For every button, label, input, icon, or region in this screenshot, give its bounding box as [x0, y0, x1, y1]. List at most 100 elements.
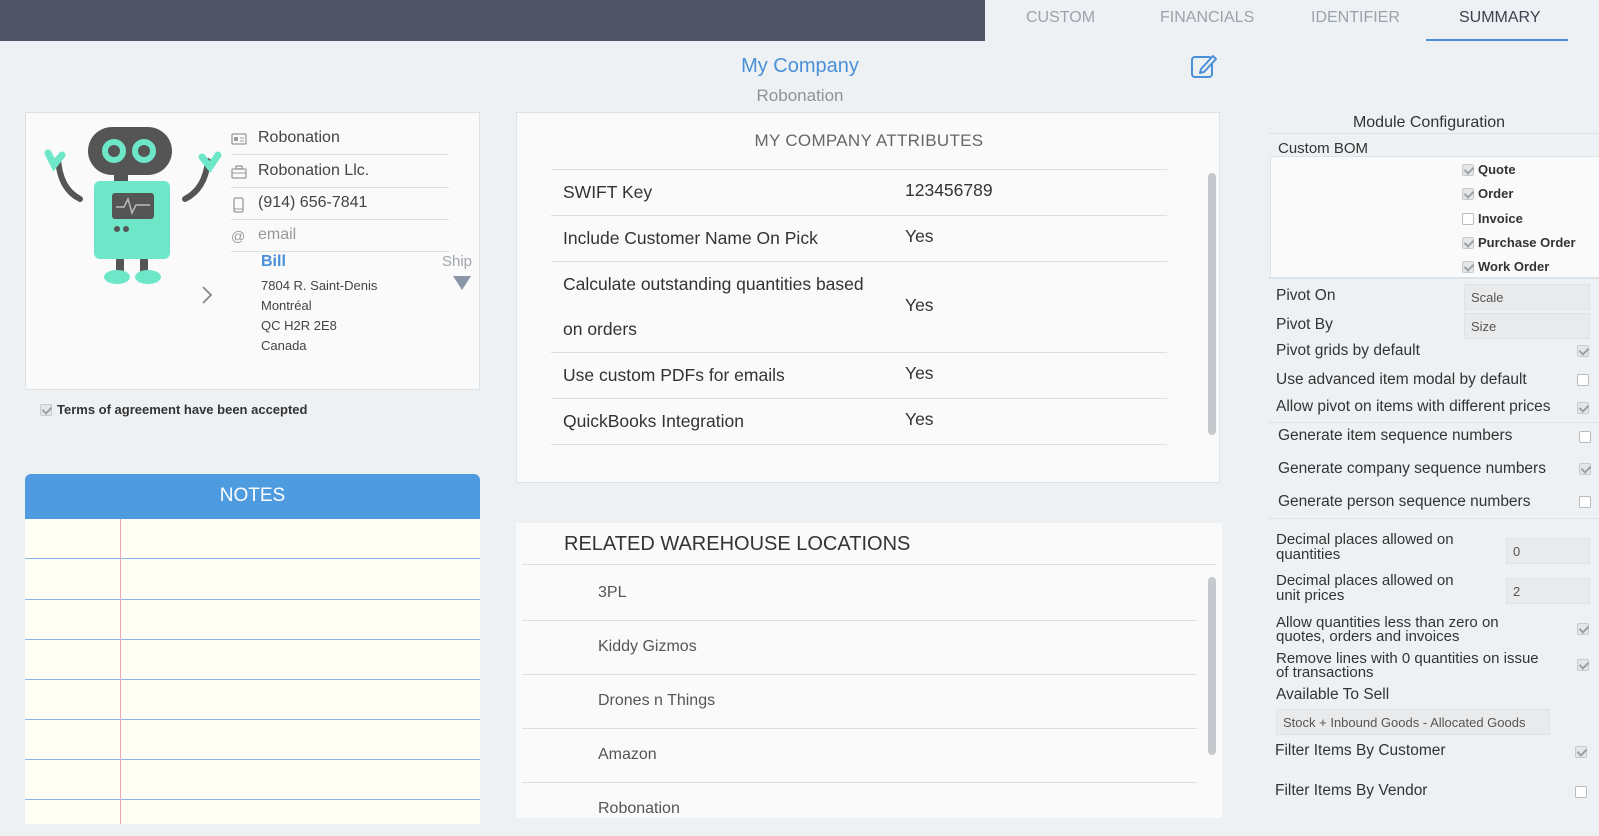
filter-customer-checkbox[interactable]	[1575, 746, 1587, 758]
bom-option-quote[interactable]: Quote	[1462, 162, 1516, 177]
remove-zero-checkbox[interactable]	[1577, 659, 1589, 671]
contact-name-field[interactable]: Robonation	[231, 123, 449, 155]
warehouse-name: Drones n Things	[598, 692, 716, 709]
notes-rule	[25, 719, 480, 720]
checkbox[interactable]	[1462, 236, 1474, 249]
page-subtitle: Robonation	[756, 86, 844, 105]
divider	[1268, 133, 1599, 134]
phone-icon	[231, 197, 247, 213]
warehouse-name: 3PL	[598, 584, 627, 601]
terms-checkbox-row[interactable]: Terms of agreement have been accepted	[40, 402, 307, 417]
gen-item-seq-checkbox[interactable]	[1579, 431, 1591, 443]
module-config-panel: Module Configuration Custom BOM Quote Or…	[1268, 106, 1599, 836]
notes-rule	[25, 639, 480, 640]
pivot-on-label: Pivot On	[1276, 287, 1336, 304]
edit-button[interactable]	[1190, 52, 1218, 80]
tab-summary[interactable]: SUMMARY	[1459, 9, 1541, 27]
checkbox[interactable]	[1462, 187, 1474, 200]
advanced-modal-checkbox[interactable]	[1577, 374, 1589, 386]
contact-card: Robonation Robonation Llc. (914) 656-784…	[25, 112, 480, 390]
ship-tab[interactable]: Ship	[442, 253, 472, 270]
bill-tab[interactable]: Bill	[261, 253, 286, 271]
page-title: My Company	[741, 55, 859, 77]
tab-financials[interactable]: FINANCIALS	[1160, 9, 1254, 27]
warehouse-name: Robonation	[598, 800, 680, 817]
address-line: Canada	[261, 338, 307, 353]
warehouse-item[interactable]: Robonation	[522, 783, 1197, 818]
pivot-grids-checkbox[interactable]	[1577, 345, 1589, 357]
pivot-by-select[interactable]: Size	[1464, 313, 1590, 339]
contact-name: Robonation	[258, 129, 340, 146]
notes-rule	[25, 759, 480, 760]
custom-bom-box	[1270, 156, 1599, 278]
attributes-divider	[551, 444, 1167, 445]
attribute-key: Calculate outstanding quantities based	[563, 274, 864, 294]
filter-customer-label: Filter Items By Customer	[1275, 742, 1446, 759]
bom-option-work-order[interactable]: Work Order	[1462, 259, 1549, 274]
email-placeholder: email	[258, 226, 297, 243]
dec-qty-input[interactable]: 0	[1506, 538, 1590, 564]
attribute-row: Include Customer Name On Pick Yes	[551, 215, 1167, 261]
warehouse-item[interactable]: Amazon	[522, 729, 1197, 783]
dec-price-input[interactable]: 2	[1506, 578, 1590, 604]
custom-bom-label: Custom BOM	[1278, 140, 1369, 157]
checkbox[interactable]	[1462, 212, 1474, 225]
robot-avatar	[44, 127, 222, 284]
phone-field[interactable]: (914) 656-7841	[231, 188, 449, 220]
notes-area[interactable]	[25, 519, 480, 824]
notes-margin-line	[120, 519, 121, 824]
address-line: QC H2R 2E8	[261, 318, 337, 333]
attribute-key: QuickBooks Integration	[563, 411, 744, 431]
warehouse-name: Kiddy Gizmos	[598, 638, 697, 655]
warehouse-item[interactable]: 3PL	[522, 567, 1197, 621]
allow-pivot-checkbox[interactable]	[1577, 402, 1589, 414]
at-icon: @	[231, 228, 246, 244]
email-field[interactable]: @ email	[231, 220, 449, 252]
company-name-field[interactable]: Robonation Llc.	[231, 156, 449, 188]
tab-custom[interactable]: CUSTOM	[1026, 9, 1095, 27]
attributes-scrollbar[interactable]	[1208, 173, 1216, 435]
advanced-modal-label: Use advanced item modal by default	[1276, 371, 1527, 388]
checkbox[interactable]	[1462, 163, 1474, 176]
chevron-right-icon[interactable]	[201, 285, 213, 311]
warehouse-divider	[522, 564, 1216, 565]
filter-vendor-checkbox[interactable]	[1575, 786, 1587, 798]
filter-vendor-label: Filter Items By Vendor	[1275, 782, 1428, 799]
attribute-key-cont: on orders	[563, 319, 637, 339]
divider	[1268, 422, 1599, 423]
attribute-row: Calculate outstanding quantities based o…	[551, 261, 1167, 352]
pivot-on-select[interactable]: Scale	[1464, 284, 1590, 310]
available-to-sell-label: Available To Sell	[1276, 686, 1390, 703]
gen-person-seq-checkbox[interactable]	[1579, 496, 1591, 508]
notes-rule	[25, 599, 480, 600]
address-line: Montréal	[261, 298, 312, 313]
bom-option-label: Work Order	[1478, 259, 1550, 274]
top-bar	[0, 0, 985, 41]
bom-option-label: Purchase Order	[1478, 235, 1576, 250]
gen-company-seq-checkbox[interactable]	[1579, 463, 1591, 475]
attributes-title: MY COMPANY ATTRIBUTES	[754, 131, 984, 150]
warehouse-item[interactable]: Kiddy Gizmos	[522, 621, 1197, 675]
checkbox[interactable]	[1462, 260, 1474, 273]
warehouse-scrollbar[interactable]	[1208, 577, 1216, 755]
terms-checkbox[interactable]	[40, 403, 52, 416]
terms-label: Terms of agreement have been accepted	[57, 402, 308, 417]
tab-identifier[interactable]: IDENTIFIER	[1311, 9, 1400, 27]
notes-rule	[25, 558, 480, 559]
attribute-row: QuickBooks Integration Yes	[551, 398, 1167, 444]
attribute-row: Use custom PDFs for emails Yes	[551, 352, 1167, 398]
pivot-by-label: Pivot By	[1276, 316, 1333, 333]
available-to-sell-select[interactable]: Stock + Inbound Goods - Allocated Goods	[1276, 709, 1550, 735]
bom-option-purchase-order[interactable]: Purchase Order	[1462, 235, 1576, 250]
warehouse-item[interactable]: Drones n Things	[522, 675, 1197, 729]
gen-item-seq-label: Generate item sequence numbers	[1278, 427, 1513, 444]
address-line: 7804 R. Saint-Denis	[261, 278, 378, 293]
phone-number: (914) 656-7841	[258, 194, 368, 211]
allow-neg-checkbox[interactable]	[1577, 623, 1589, 635]
bom-option-order[interactable]: Order	[1462, 186, 1513, 201]
address-dropdown-icon[interactable]	[453, 276, 471, 290]
bom-option-invoice[interactable]: Invoice	[1462, 211, 1523, 226]
dec-qty-label: Decimal places allowed on quantities	[1276, 531, 1454, 563]
attribute-value: Yes	[905, 226, 934, 246]
module-config-title: Module Configuration	[1352, 114, 1506, 131]
